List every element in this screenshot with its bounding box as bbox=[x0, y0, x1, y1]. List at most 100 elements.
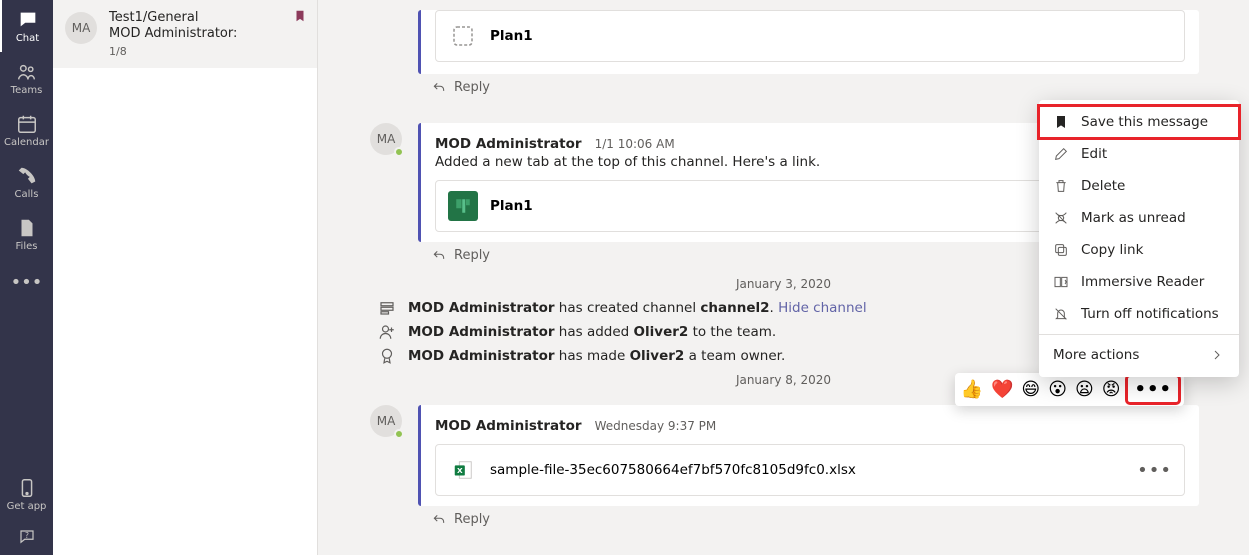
teams-icon bbox=[16, 61, 38, 83]
sys2-b: has added bbox=[555, 324, 634, 340]
message-2-timestamp: 1/1 10:06 AM bbox=[595, 137, 675, 151]
reaction-sad[interactable]: 😦 bbox=[1075, 379, 1094, 400]
appbar-getapp[interactable]: Get app bbox=[0, 468, 53, 520]
chat-icon bbox=[17, 9, 39, 31]
hide-channel-link[interactable]: Hide channel bbox=[778, 300, 867, 316]
reader-icon bbox=[1053, 274, 1069, 290]
sys1-target: channel2 bbox=[700, 300, 769, 316]
appbar-getapp-label: Get app bbox=[7, 501, 47, 512]
menu-more-label: More actions bbox=[1053, 347, 1139, 363]
menu-immersive-reader[interactable]: Immersive Reader bbox=[1039, 266, 1239, 298]
reply-icon bbox=[432, 513, 446, 527]
appbar-more[interactable]: ••• bbox=[0, 260, 53, 305]
sys3-target: Oliver2 bbox=[630, 348, 685, 364]
copy-link-icon bbox=[1053, 242, 1069, 258]
appbar-chat[interactable]: Chat bbox=[0, 0, 53, 52]
sys1-b: has created channel bbox=[555, 300, 701, 316]
plan-card-2-title: Plan1 bbox=[490, 198, 533, 214]
presence-icon bbox=[394, 429, 404, 439]
message-3-author: MOD Administrator bbox=[435, 418, 582, 434]
svg-text:?: ? bbox=[25, 531, 29, 540]
reaction-laugh[interactable]: 😄 bbox=[1021, 379, 1040, 400]
sys3-b: has made bbox=[555, 348, 630, 364]
appbar-help[interactable]: ? bbox=[0, 520, 53, 555]
message-context-menu: Save this message Edit Delete Mark as un… bbox=[1039, 100, 1239, 377]
menu-unread-label: Mark as unread bbox=[1081, 210, 1186, 226]
menu-copy-label: Copy link bbox=[1081, 242, 1143, 258]
appbar-files-label: Files bbox=[16, 241, 38, 252]
svg-text:X: X bbox=[457, 466, 463, 475]
delete-icon bbox=[1053, 178, 1069, 194]
owner-icon bbox=[378, 347, 396, 365]
bookmark-icon bbox=[1053, 114, 1069, 130]
getapp-icon bbox=[16, 477, 38, 499]
sys2-target: Oliver2 bbox=[634, 324, 689, 340]
sys3-d: a team owner. bbox=[684, 348, 785, 364]
reply-label-1: Reply bbox=[454, 80, 490, 95]
message-2-avatar-initials: MA bbox=[377, 132, 396, 146]
file-card[interactable]: X sample-file-35ec607580664ef7bf570fc810… bbox=[435, 444, 1185, 496]
notifications-off-icon bbox=[1053, 306, 1069, 322]
channel-list-item[interactable]: MA Test1/General MOD Administrator: 1/8 bbox=[53, 0, 317, 68]
system-text: MOD Administrator has created channel ch… bbox=[408, 300, 867, 316]
menu-copy-link[interactable]: Copy link bbox=[1039, 234, 1239, 266]
system-text: MOD Administrator has made Oliver2 a tea… bbox=[408, 348, 785, 364]
plan-card-1-title: Plan1 bbox=[490, 28, 533, 44]
reply-button-1[interactable]: Reply bbox=[418, 74, 1199, 101]
sys3-actor: MOD Administrator bbox=[408, 348, 555, 364]
menu-edit-label: Edit bbox=[1081, 146, 1107, 162]
reply-button-3[interactable]: Reply bbox=[418, 506, 1199, 533]
message-3-avatar-initials: MA bbox=[377, 414, 396, 428]
presence-icon bbox=[394, 147, 404, 157]
channel-avatar: MA bbox=[65, 12, 97, 44]
app-bar: Chat Teams Calendar Calls Files ••• Get … bbox=[0, 0, 53, 555]
appbar-teams-label: Teams bbox=[11, 85, 43, 96]
reply-label-2: Reply bbox=[454, 248, 490, 263]
message-2-avatar: MA bbox=[370, 123, 402, 155]
excel-file-icon: X bbox=[448, 455, 478, 485]
menu-more-actions[interactable]: More actions bbox=[1039, 339, 1239, 371]
channel-created-icon bbox=[378, 299, 396, 317]
menu-mark-unread[interactable]: Mark as unread bbox=[1039, 202, 1239, 234]
appbar-calls-label: Calls bbox=[15, 189, 39, 200]
file-card-name: sample-file-35ec607580664ef7bf570fc8105d… bbox=[490, 462, 856, 478]
channel-title: Test1/General bbox=[109, 10, 305, 25]
calendar-icon bbox=[16, 113, 38, 135]
bookmark-icon bbox=[293, 8, 307, 24]
message-2-author: MOD Administrator bbox=[435, 136, 582, 152]
file-card-more[interactable]: ••• bbox=[1119, 460, 1172, 481]
plan-card-placeholder-icon bbox=[448, 21, 478, 51]
channel-list: MA Test1/General MOD Administrator: 1/8 bbox=[53, 0, 318, 555]
reply-icon bbox=[432, 81, 446, 95]
reaction-bar: 👍 ❤️ 😄 😮 😦 😡 ••• bbox=[955, 373, 1184, 406]
channel-avatar-initials: MA bbox=[72, 21, 91, 35]
appbar-teams[interactable]: Teams bbox=[0, 52, 53, 104]
reaction-heart[interactable]: ❤️ bbox=[991, 379, 1013, 400]
planner-app-icon bbox=[448, 191, 478, 221]
appbar-calendar-label: Calendar bbox=[4, 137, 49, 148]
menu-edit[interactable]: Edit bbox=[1039, 138, 1239, 170]
calls-icon bbox=[16, 165, 38, 187]
files-icon bbox=[16, 217, 38, 239]
reaction-surprised[interactable]: 😮 bbox=[1048, 379, 1067, 400]
menu-reader-label: Immersive Reader bbox=[1081, 274, 1204, 290]
plan-card-1[interactable]: Plan1 bbox=[435, 10, 1185, 62]
menu-turn-off-notifications[interactable]: Turn off notifications bbox=[1039, 298, 1239, 330]
reaction-like[interactable]: 👍 bbox=[961, 379, 983, 400]
menu-save-message[interactable]: Save this message bbox=[1039, 106, 1239, 138]
menu-notif-label: Turn off notifications bbox=[1081, 306, 1219, 322]
menu-delete[interactable]: Delete bbox=[1039, 170, 1239, 202]
appbar-calls[interactable]: Calls bbox=[0, 156, 53, 208]
reaction-more-button[interactable]: ••• bbox=[1128, 377, 1178, 402]
message-3-bubble: MOD Administrator Wednesday 9:37 PM X sa… bbox=[418, 405, 1199, 506]
reaction-angry[interactable]: 😡 bbox=[1102, 379, 1121, 400]
channel-text-wrap: Test1/General MOD Administrator: 1/8 bbox=[109, 10, 305, 58]
chevron-right-icon bbox=[1209, 347, 1225, 363]
message-3-avatar: MA bbox=[370, 405, 402, 437]
appbar-calendar[interactable]: Calendar bbox=[0, 104, 53, 156]
appbar-files[interactable]: Files bbox=[0, 208, 53, 260]
appbar-chat-label: Chat bbox=[16, 33, 39, 44]
reply-icon bbox=[432, 249, 446, 263]
sys2-d: to the team. bbox=[688, 324, 776, 340]
system-text: MOD Administrator has added Oliver2 to t… bbox=[408, 324, 776, 340]
